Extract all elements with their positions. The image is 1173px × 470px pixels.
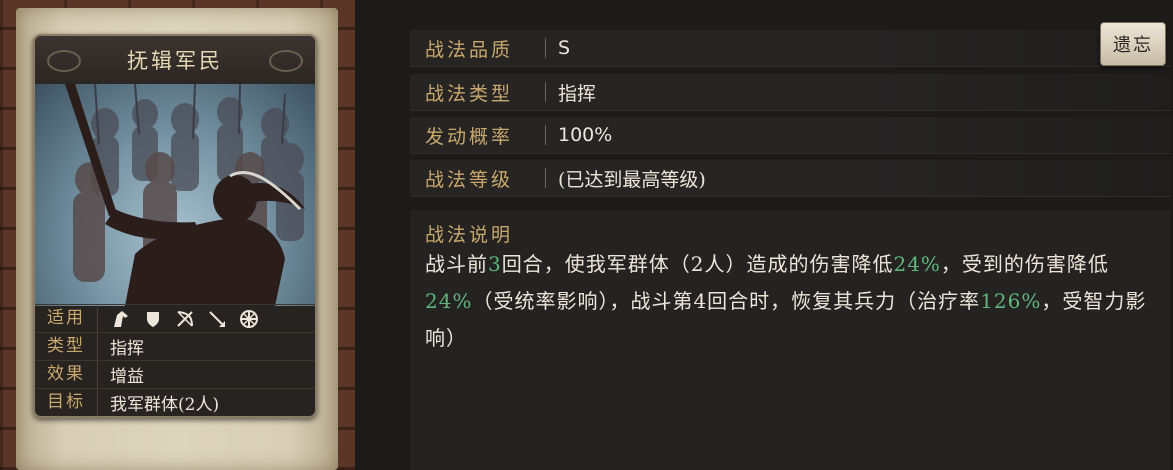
- tactic-detail-panel: 战法品质 S 战法类型 指挥 发动概率 100% 战法等级 (已达到最高等级) …: [355, 0, 1173, 470]
- cavalry-icon: [110, 308, 132, 330]
- info-key: 适用: [35, 305, 98, 332]
- info-row-effect: 效果 增益: [35, 360, 315, 388]
- info-row-applicable: 适用: [35, 304, 315, 332]
- description-segment: 回合，使我军群体（2人）造成的伤害降低: [501, 252, 894, 276]
- stat-key: 战法类型: [425, 82, 514, 105]
- stat-value: 指挥: [558, 82, 597, 105]
- description-highlight: 24%: [893, 252, 941, 276]
- wheel-icon: [238, 308, 260, 330]
- stat-key: 战法等级: [425, 168, 514, 191]
- description-text: 战斗前3回合，使我军群体（2人）造成的伤害降低24%，受到的伤害降低24%（受统…: [425, 246, 1155, 357]
- info-row-type: 类型 指挥: [35, 332, 315, 360]
- card-title: 抚辑军民: [127, 49, 223, 73]
- description-box: 战法说明 战斗前3回合，使我军群体（2人）造成的伤害降低24%，受到的伤害降低2…: [410, 210, 1170, 470]
- shield-icon: [142, 308, 164, 330]
- stat-value: S: [558, 37, 571, 59]
- info-value: 指挥: [110, 339, 144, 359]
- info-key: 目标: [35, 389, 98, 416]
- stat-divider: [545, 38, 546, 58]
- stat-key: 发动概率: [425, 125, 514, 148]
- description-highlight: 3: [488, 252, 502, 276]
- info-value: 我军群体(2人): [110, 395, 220, 415]
- bow-icon: [174, 308, 196, 330]
- stat-row-probability: 发动概率 100%: [410, 117, 1170, 154]
- description-segment: ，受到的伤害降低: [940, 252, 1109, 276]
- description-title: 战法说明: [425, 224, 514, 246]
- description-segment: （受统率影响），战斗第4回合时，恢复其兵力（治疗率: [472, 289, 981, 313]
- spear-icon: [206, 308, 228, 330]
- description-segment: 战斗前: [425, 252, 488, 276]
- tactic-artwork: [35, 84, 315, 306]
- description-highlight: 126%: [980, 289, 1042, 313]
- info-row-target: 目标 我军群体(2人): [35, 388, 315, 416]
- description-highlight: 24%: [425, 289, 473, 313]
- info-key: 效果: [35, 361, 98, 388]
- card-title-bar: 抚辑军民: [35, 36, 315, 85]
- stat-row-quality: 战法品质 S: [410, 30, 1170, 67]
- unit-type-icons: [98, 308, 260, 330]
- stat-key: 战法品质: [425, 38, 514, 61]
- stat-row-level: 战法等级 (已达到最高等级): [410, 160, 1170, 197]
- info-value: 增益: [110, 367, 144, 387]
- stat-divider: [545, 168, 546, 188]
- stat-value: 100%: [558, 124, 613, 146]
- stat-divider: [545, 125, 546, 145]
- stat-row-type: 战法类型 指挥: [410, 74, 1170, 111]
- ornament-left-icon: [47, 50, 81, 72]
- forget-button[interactable]: 遗忘: [1100, 22, 1166, 66]
- info-key: 类型: [35, 333, 98, 360]
- stat-divider: [545, 82, 546, 102]
- tactic-card: 抚辑军民 适用 类型 指挥 效果 增益 目标 我军群体(2人): [33, 34, 317, 418]
- stat-value: (已达到最高等级): [558, 168, 706, 191]
- ornament-right-icon: [269, 50, 303, 72]
- card-info-table: 适用 类型 指挥 效果 增益 目标 我军群体(2人): [35, 304, 315, 416]
